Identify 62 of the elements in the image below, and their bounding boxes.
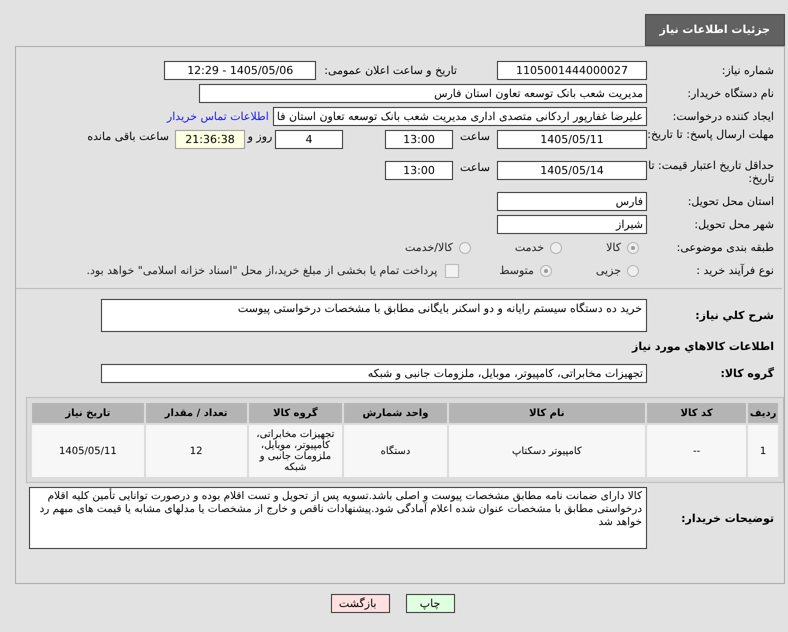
radio-label: کالا: [606, 241, 621, 254]
text-area[interactable]: کالا دارای ضمانت نامه مطابق مشخصات پیوست و اصلی باشد.تسویه پس از تحویل و تست اقلام بوده و درصورت توانایی تأمین کلیه اقلام درخواستی مطابق با مشخصات عنوان شده اعلام آمادگی شود.پیشنهادات ناقص و خارج از مشخصات یا مدلهای مشابه یا قیمت های مبهم رد خواهد شد: [29, 487, 647, 549]
text-field[interactable]: 1105001444000027: [497, 61, 647, 80]
contact-link[interactable]: اطلاعات تماس خریدار: [166, 110, 269, 123]
text-field[interactable]: 1405/05/14: [497, 161, 647, 180]
text-field[interactable]: شیراز: [497, 215, 647, 234]
radio-label: کالا/خدمت: [405, 241, 453, 254]
column-header: گروه کالا: [248, 403, 342, 423]
field-label: نام دستگاه خریدار:: [686, 87, 775, 100]
text-field[interactable]: 4: [275, 130, 343, 149]
back-button[interactable]: بازگشت: [330, 594, 390, 613]
checkbox-label: پرداخت تمام یا بخشی از مبلغ خرید،از محل "اسناد خزانه اسلامی" خواهد بود.: [86, 264, 438, 277]
field-label: توضیحات خریدار:: [680, 512, 775, 524]
radio-label: متوسط: [499, 264, 534, 277]
table-cell: 1405/05/11: [32, 425, 144, 477]
radio-button[interactable]: [550, 242, 562, 254]
field-label: ایجاد کننده درخواست:: [672, 110, 775, 123]
text-field[interactable]: فارس: [497, 192, 647, 211]
field-label: طبقه بندی موضوعی:: [676, 241, 775, 254]
table-cell: 12: [146, 425, 246, 477]
countdown-field: 21:36:38: [175, 130, 245, 149]
radio-label: جزیی: [596, 264, 621, 277]
text-area[interactable]: خرید ده دستگاه سیستم رایانه و دو اسکنر بایگانی مطابق با مشخصات درخواستی پیوست: [101, 299, 647, 332]
text-field[interactable]: 13:00: [385, 161, 453, 180]
table-cell: کامپیوتر دسکتاپ: [448, 425, 645, 477]
radio-button[interactable]: [627, 264, 639, 276]
field-label: روز و: [246, 130, 274, 143]
text-field[interactable]: 13:00: [385, 130, 453, 149]
field-label: ساعت: [459, 161, 491, 174]
table-cell: دستگاه: [344, 425, 447, 477]
field-label: شرح کلي نياز:: [694, 309, 775, 322]
field-label: حداقل تاریخ اعتبار قیمت: تا تاریخ:: [647, 159, 775, 185]
table-cell: تجهیزات مخابراتی، کامپیوتر، موبایل، ملزومات جانبی و شبکه: [248, 425, 342, 477]
checkbox[interactable]: [445, 264, 460, 278]
text-field[interactable]: مدیریت شعب بانک توسعه تعاون استان فارس: [199, 84, 647, 103]
field-label: شماره نیاز:: [720, 64, 775, 77]
radio-button[interactable]: [458, 242, 471, 254]
field-label: نوع فرآیند خرید :: [695, 264, 775, 277]
text-field[interactable]: 1405/05/11: [497, 130, 647, 149]
field-label: گروه کالا:: [719, 367, 775, 380]
radio-button[interactable]: [540, 264, 552, 276]
section-title: اطلاعات کالاهاي مورد نياز: [632, 340, 775, 352]
field-label: شهر محل تحویل:: [693, 218, 775, 231]
table-cell: --: [647, 425, 746, 477]
print-button[interactable]: چاپ: [406, 594, 454, 613]
column-header: واحد شمارش: [344, 403, 447, 423]
column-header: ردیف: [748, 403, 778, 423]
field-label: استان محل تحویل:: [686, 195, 775, 208]
column-header: کد کالا: [647, 403, 746, 423]
radio-label: خدمت: [514, 241, 544, 254]
text-field[interactable]: علیرضا غفارپور اردکانی متصدی اداری مدیریت شعب بانک توسعه تعاون استان فا: [272, 107, 647, 126]
table-cell: 1: [748, 425, 778, 477]
radio-button[interactable]: [627, 242, 639, 254]
text-field[interactable]: تجهیزات مخابراتی، کامپیوتر، موبایل، ملزومات جانبی و شبکه: [101, 364, 647, 383]
column-header: نام کالا: [448, 403, 645, 423]
field-label: ساعت: [459, 130, 491, 143]
column-header: تاریخ نیاز: [32, 403, 144, 423]
field-label: ساعت باقی مانده: [87, 130, 169, 143]
field-label: مهلت ارسال پاسخ: تا تاریخ:: [647, 128, 775, 141]
text-field[interactable]: 1405/05/06 - 12:29: [164, 61, 316, 80]
column-header: تعداد / مقدار: [146, 403, 246, 423]
field-label: تاریخ و ساعت اعلان عمومی:: [324, 64, 457, 77]
